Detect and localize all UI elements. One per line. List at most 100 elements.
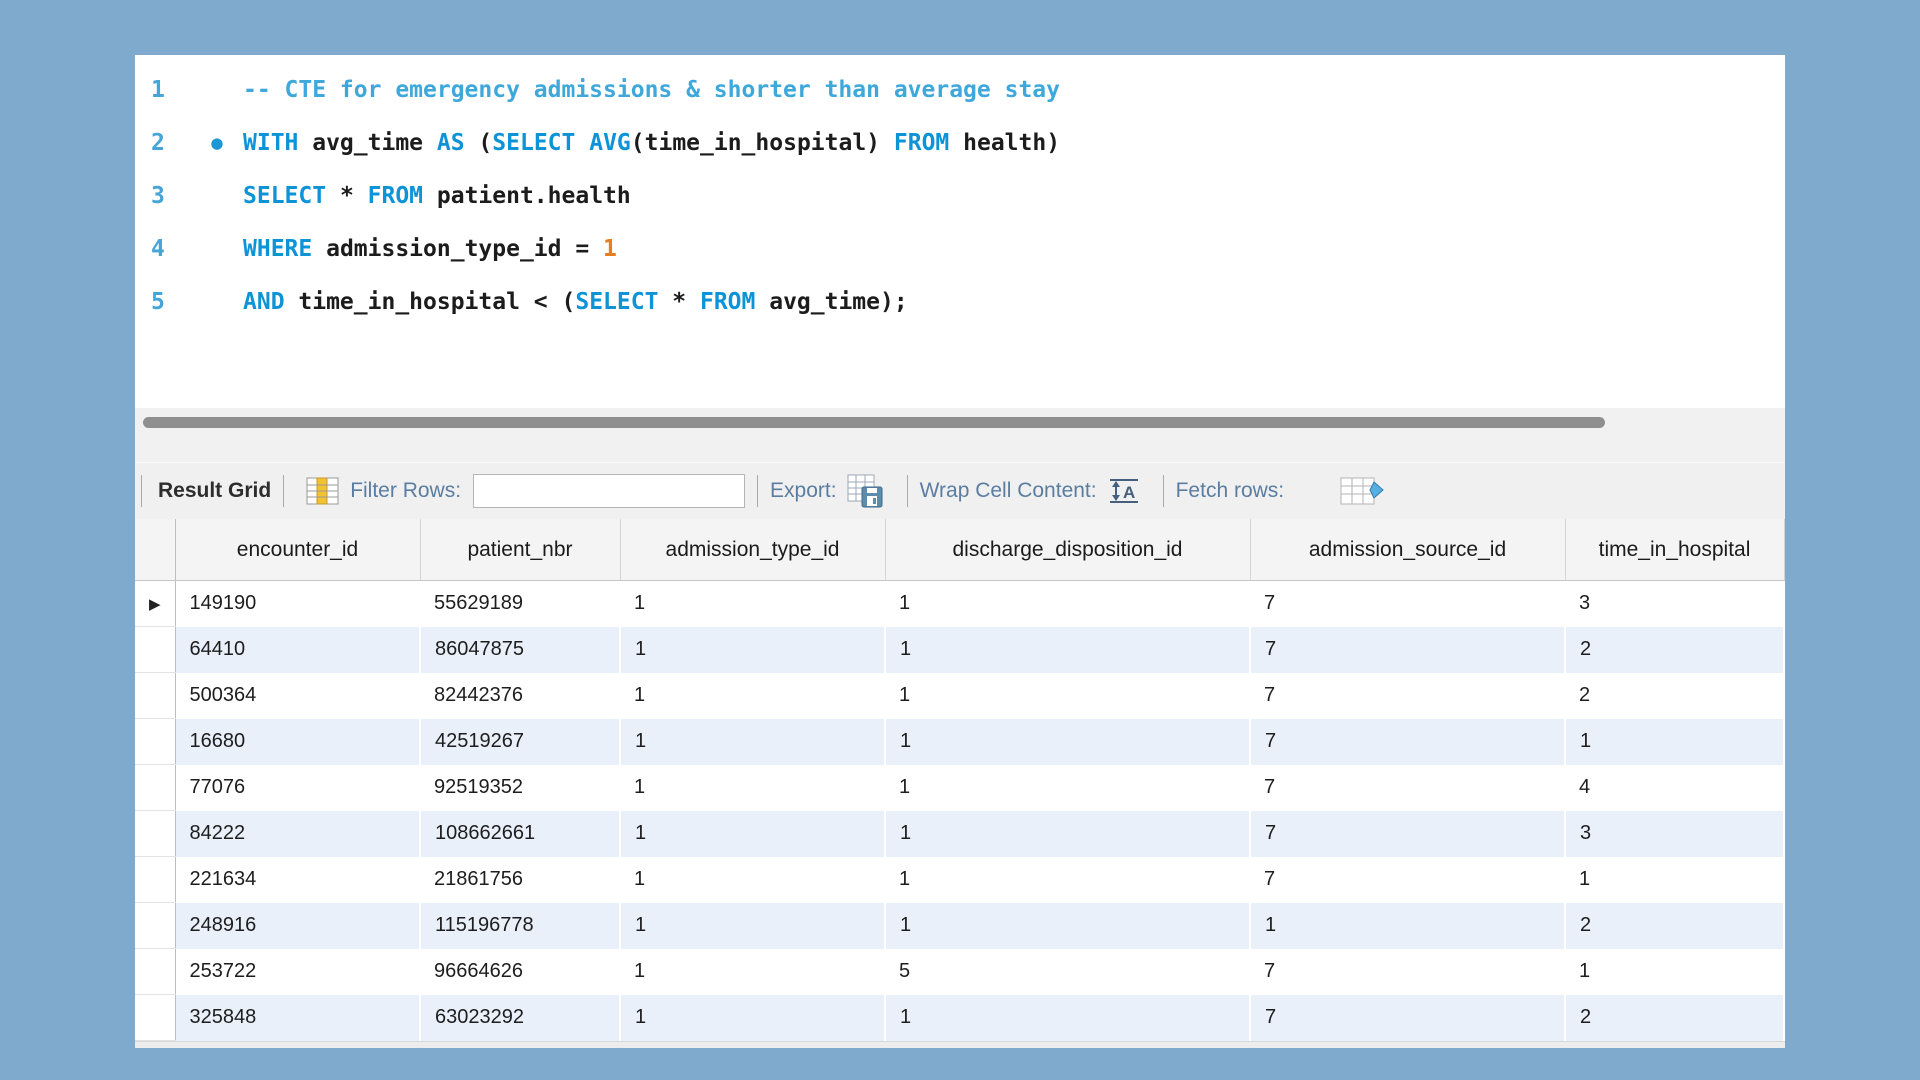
row-gutter-cell[interactable] [135, 719, 175, 765]
table-cell[interactable]: 7 [1250, 581, 1565, 627]
table-cell[interactable]: 1 [620, 581, 885, 627]
table-cell[interactable]: 7 [1250, 627, 1565, 673]
table-cell[interactable]: 253722 [175, 949, 420, 995]
row-gutter-cell[interactable]: ▶ [135, 581, 175, 627]
row-gutter-cell[interactable] [135, 903, 175, 949]
table-cell[interactable]: 2 [1565, 903, 1784, 949]
table-row[interactable]: 64410860478751172 [135, 627, 1784, 673]
table-cell[interactable]: 1 [885, 673, 1250, 719]
table-cell[interactable]: 1 [1565, 949, 1784, 995]
table-cell[interactable]: 500364 [175, 673, 420, 719]
table-cell[interactable]: 16680 [175, 719, 420, 765]
table-cell[interactable]: 5 [885, 949, 1250, 995]
table-cell[interactable]: 1 [885, 903, 1250, 949]
table-cell[interactable]: 1 [885, 627, 1250, 673]
row-gutter-cell[interactable] [135, 857, 175, 903]
wrap-cell-content-icon[interactable]: A [1107, 476, 1141, 506]
table-cell[interactable]: 1 [1565, 857, 1784, 903]
code-line[interactable]: 1-- CTE for emergency admissions & short… [135, 63, 1785, 116]
table-cell[interactable]: 82442376 [420, 673, 620, 719]
column-header-time_in_hospital[interactable]: time_in_hospital [1565, 519, 1784, 581]
splitter-handle[interactable] [143, 417, 1605, 428]
table-cell[interactable]: 86047875 [420, 627, 620, 673]
table-cell[interactable]: 7 [1250, 719, 1565, 765]
table-cell[interactable]: 1 [620, 903, 885, 949]
table-cell[interactable]: 1 [885, 811, 1250, 857]
table-cell[interactable]: 108662661 [420, 811, 620, 857]
table-cell[interactable]: 325848 [175, 995, 420, 1041]
table-cell[interactable]: 1 [620, 995, 885, 1041]
code-line[interactable]: 5AND time_in_hospital < (SELECT * FROM a… [135, 275, 1785, 328]
table-body: ▶149190556291891173644108604787511725003… [135, 581, 1784, 1041]
column-header-patient_nbr[interactable]: patient_nbr [420, 519, 620, 581]
code-line[interactable]: 3SELECT * FROM patient.health [135, 169, 1785, 222]
table-cell[interactable]: 2 [1565, 627, 1784, 673]
table-cell[interactable]: 1 [885, 765, 1250, 811]
table-cell[interactable]: 63023292 [420, 995, 620, 1041]
table-cell[interactable]: 7 [1250, 995, 1565, 1041]
table-cell[interactable]: 4 [1565, 765, 1784, 811]
table-row[interactable]: 2489161151967781112 [135, 903, 1784, 949]
table-cell[interactable]: 42519267 [420, 719, 620, 765]
table-cell[interactable]: 1 [885, 995, 1250, 1041]
table-cell[interactable]: 7 [1250, 949, 1565, 995]
table-cell[interactable]: 3 [1565, 811, 1784, 857]
table-cell[interactable]: 7 [1250, 765, 1565, 811]
table-cell[interactable]: 1 [620, 765, 885, 811]
row-gutter-cell[interactable] [135, 811, 175, 857]
table-row[interactable]: ▶149190556291891173 [135, 581, 1784, 627]
table-cell[interactable]: 248916 [175, 903, 420, 949]
table-cell[interactable]: 7 [1250, 857, 1565, 903]
table-row[interactable]: 221634218617561171 [135, 857, 1784, 903]
table-row[interactable]: 16680425192671171 [135, 719, 1784, 765]
export-save-icon[interactable] [847, 474, 885, 508]
table-cell[interactable]: 92519352 [420, 765, 620, 811]
table-cell[interactable]: 2 [1565, 995, 1784, 1041]
table-cell[interactable]: 2 [1565, 673, 1784, 719]
column-header-admission_source_id[interactable]: admission_source_id [1250, 519, 1565, 581]
table-cell[interactable]: 21861756 [420, 857, 620, 903]
table-cell[interactable]: 1 [885, 719, 1250, 765]
table-row[interactable]: 253722966646261571 [135, 949, 1784, 995]
table-cell[interactable]: 149190 [175, 581, 420, 627]
column-header-discharge_disposition_id[interactable]: discharge_disposition_id [885, 519, 1250, 581]
sql-code-editor[interactable]: 1-- CTE for emergency admissions & short… [135, 55, 1785, 408]
table-cell[interactable]: 1 [620, 857, 885, 903]
table-cell[interactable]: 1 [1250, 903, 1565, 949]
table-cell[interactable]: 1 [885, 857, 1250, 903]
table-cell[interactable]: 55629189 [420, 581, 620, 627]
table-cell[interactable]: 115196778 [420, 903, 620, 949]
table-cell[interactable]: 7 [1250, 673, 1565, 719]
code-line[interactable]: 2●WITH avg_time AS (SELECT AVG(time_in_h… [135, 116, 1785, 169]
table-cell[interactable]: 221634 [175, 857, 420, 903]
row-gutter-cell[interactable] [135, 949, 175, 995]
table-cell[interactable]: 1 [620, 627, 885, 673]
table-cell[interactable]: 1 [620, 811, 885, 857]
table-cell[interactable]: 1 [620, 673, 885, 719]
row-gutter-cell[interactable] [135, 765, 175, 811]
table-cell[interactable]: 84222 [175, 811, 420, 857]
table-cell[interactable]: 1 [1565, 719, 1784, 765]
column-header-admission_type_id[interactable]: admission_type_id [620, 519, 885, 581]
result-grid-icon[interactable] [306, 476, 340, 506]
table-row[interactable]: 842221086626611173 [135, 811, 1784, 857]
table-row[interactable]: 500364824423761172 [135, 673, 1784, 719]
table-row[interactable]: 325848630232921172 [135, 995, 1784, 1041]
table-cell[interactable]: 3 [1565, 581, 1784, 627]
result-grid-title: Result Grid [158, 479, 271, 503]
column-header-encounter_id[interactable]: encounter_id [175, 519, 420, 581]
table-cell[interactable]: 77076 [175, 765, 420, 811]
table-cell[interactable]: 64410 [175, 627, 420, 673]
table-cell[interactable]: 1 [885, 581, 1250, 627]
table-cell[interactable]: 1 [620, 719, 885, 765]
row-gutter-cell[interactable] [135, 995, 175, 1041]
table-cell[interactable]: 7 [1250, 811, 1565, 857]
code-line[interactable]: 4WHERE admission_type_id = 1 [135, 222, 1785, 275]
table-cell[interactable]: 96664626 [420, 949, 620, 995]
row-gutter-cell[interactable] [135, 673, 175, 719]
table-row[interactable]: 77076925193521174 [135, 765, 1784, 811]
table-cell[interactable]: 1 [620, 949, 885, 995]
fetch-rows-icon[interactable] [1340, 475, 1386, 507]
row-gutter-cell[interactable] [135, 627, 175, 673]
filter-rows-input[interactable] [473, 474, 745, 508]
